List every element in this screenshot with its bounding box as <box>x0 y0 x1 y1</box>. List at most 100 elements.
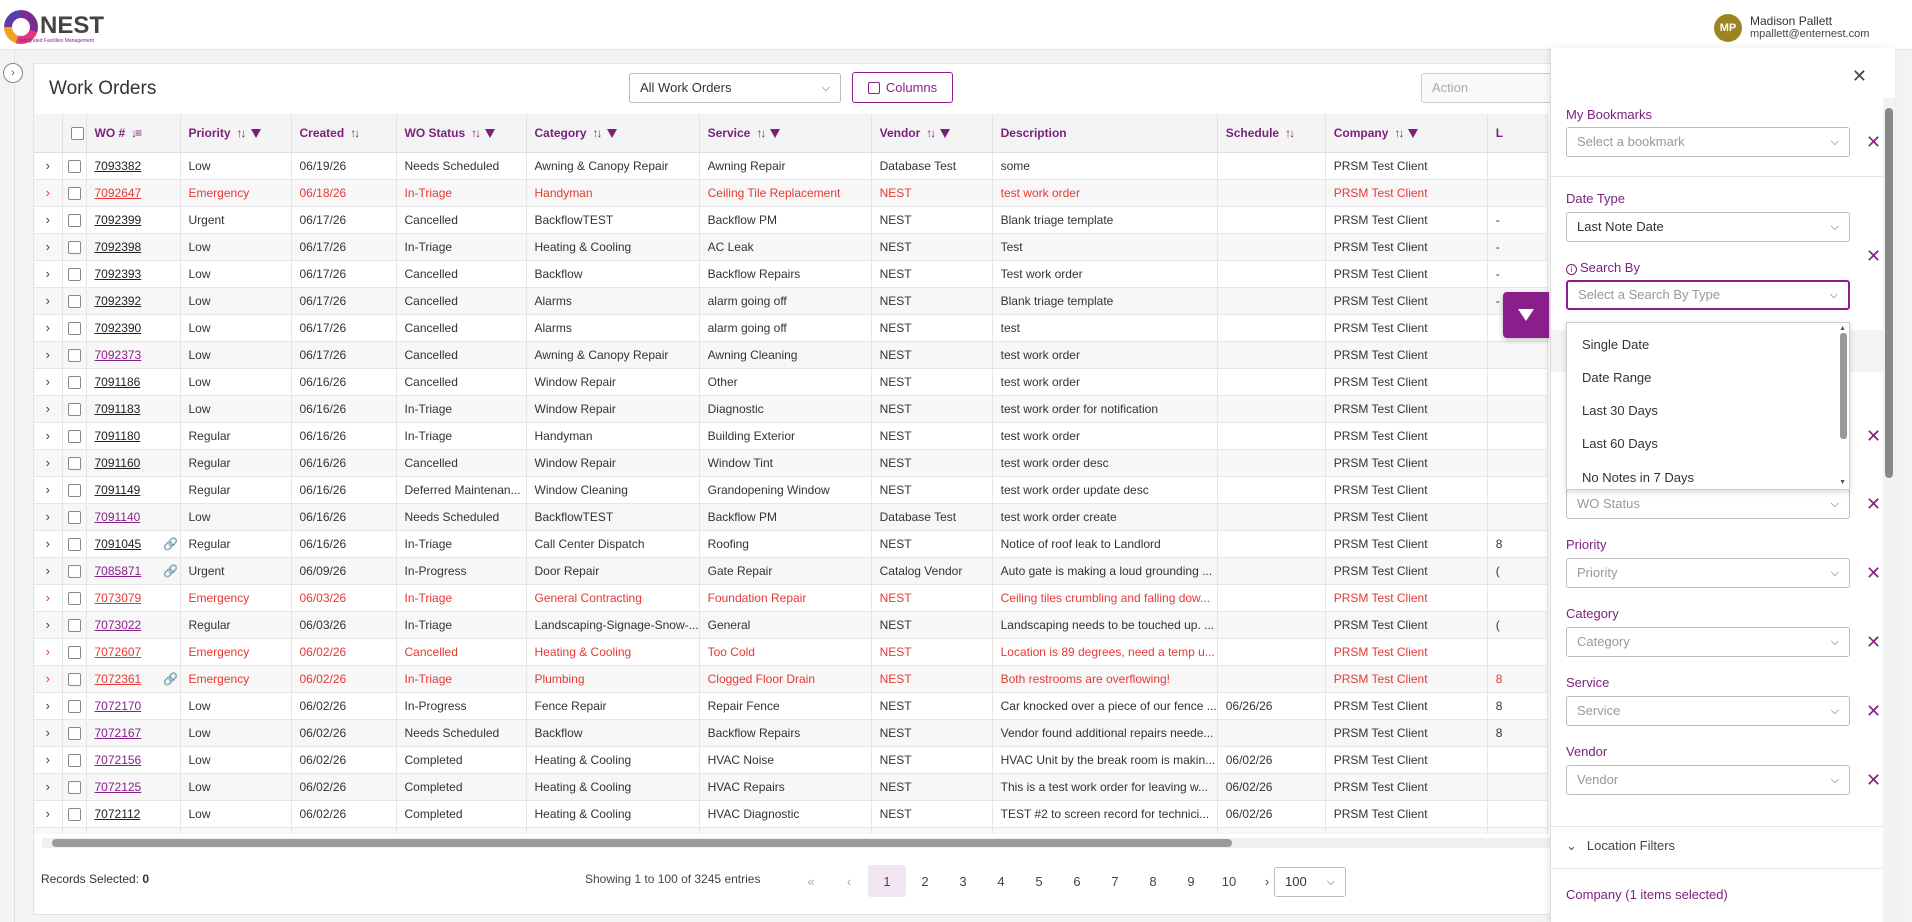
expand-row-chevron-icon[interactable]: › <box>34 422 63 450</box>
row-checkbox-cell[interactable] <box>62 179 87 207</box>
wo-number-link[interactable]: 7072361 <box>95 672 142 686</box>
wo-number-link[interactable]: 7092373 <box>95 348 142 362</box>
option-date-range[interactable]: Date Range <box>1582 370 1651 385</box>
wo-number-cell[interactable]: 7072607 <box>86 638 181 666</box>
row-checkbox-cell[interactable] <box>62 773 87 801</box>
row-checkbox[interactable] <box>67 780 81 794</box>
row-checkbox[interactable] <box>67 429 81 443</box>
header-wo-status[interactable]: WO Status ↑↓ <box>396 114 527 153</box>
table-row[interactable]: ›7072085Low06/02/26CompletedHeating & Co… <box>34 827 1548 834</box>
expand-row-chevron-icon[interactable]: › <box>34 314 63 342</box>
panel-scrollbar-thumb[interactable] <box>1885 108 1893 478</box>
table-row[interactable]: › 7072167 Low 06/02/26 Needs Scheduled Backfl… <box>34 719 1548 747</box>
expand-row-chevron-icon[interactable]: › <box>34 746 63 774</box>
page-button-8[interactable]: 8 <box>1134 865 1172 897</box>
header-created[interactable]: Created ↑↓ <box>291 114 397 153</box>
header-category[interactable]: Category ↑↓ <box>526 114 700 153</box>
row-checkbox[interactable] <box>67 483 81 497</box>
clear-priority-x-icon[interactable]: ✕ <box>1866 563 1881 584</box>
clear-wo-status-x-icon[interactable]: ✕ <box>1866 494 1881 515</box>
wo-number-link[interactable]: 7091183 <box>95 402 141 416</box>
table-row[interactable]: › 7072607 Emergency 06/02/26 Cancelled Heatin… <box>34 638 1548 666</box>
row-checkbox[interactable] <box>67 510 81 524</box>
filter-icon[interactable] <box>250 128 261 138</box>
expand-row-chevron-icon[interactable]: › <box>34 665 63 693</box>
row-checkbox-cell[interactable] <box>62 665 87 693</box>
wo-number-link[interactable]: 7092647 <box>95 186 142 200</box>
wo-number-link[interactable]: 7072112 <box>95 807 141 821</box>
row-checkbox[interactable] <box>67 321 81 335</box>
page-button-9[interactable]: 9 <box>1172 865 1210 897</box>
row-checkbox-cell[interactable] <box>62 233 87 261</box>
bookmark-select[interactable]: Select a bookmark ⌵ <box>1566 127 1850 157</box>
wo-number-cell[interactable]: 7085871 🔗 <box>86 557 181 585</box>
wo-number-link[interactable]: 7093382 <box>95 159 142 173</box>
row-checkbox-cell[interactable] <box>62 368 87 396</box>
table-row[interactable]: › 7091180 Regular 06/16/26 In-Triage Handyman… <box>34 422 1548 450</box>
row-checkbox[interactable] <box>67 159 81 173</box>
table-row[interactable]: › 7092393 Low 06/17/26 Cancelled Backflow Back… <box>34 260 1548 288</box>
row-checkbox[interactable] <box>67 591 81 605</box>
expand-row-chevron-icon[interactable]: › <box>34 287 63 315</box>
header-vendor[interactable]: Vendor ↑↓ <box>871 114 993 153</box>
row-checkbox-cell[interactable] <box>62 746 87 774</box>
table-row[interactable]: › 7092373 Low 06/17/26 Cancelled Awning & Can… <box>34 341 1548 369</box>
wo-number-cell[interactable]: 7092399 <box>86 206 181 234</box>
sort-icon[interactable]: ↑↓ <box>926 126 936 140</box>
header-description[interactable]: Description <box>992 114 1218 153</box>
wo-number-link[interactable]: 7091149 <box>95 483 141 497</box>
table-row[interactable]: › 7092399 Urgent 06/17/26 Cancelled BackflowT… <box>34 206 1548 234</box>
wo-number-cell[interactable]: 7091149 <box>86 476 181 504</box>
filter-icon[interactable] <box>485 128 496 138</box>
table-row[interactable]: › 7072156 Low 06/02/26 Completed Heating & Co… <box>34 746 1548 774</box>
expand-row-chevron-icon[interactable]: › <box>34 206 63 234</box>
row-checkbox[interactable] <box>67 726 81 740</box>
action-select[interactable]: Action <box>1421 73 1571 103</box>
wo-number-cell[interactable]: 7072085 <box>86 827 181 834</box>
expand-row-chevron-icon[interactable]: › <box>34 476 63 504</box>
wo-number-cell[interactable]: 7091045 🔗 <box>86 530 181 558</box>
filter-icon[interactable] <box>606 128 617 138</box>
wo-number-cell[interactable]: 7091183 <box>86 395 181 423</box>
header-priority[interactable]: Priority ↑↓ <box>180 114 292 153</box>
columns-button[interactable]: Columns <box>852 72 953 103</box>
table-row[interactable]: › 7072170 Low 06/02/26 In-Progress Fence Repa… <box>34 692 1548 720</box>
sort-icon[interactable]: ↑↓ <box>471 126 481 140</box>
row-checkbox[interactable] <box>67 267 81 281</box>
row-checkbox[interactable] <box>67 186 81 200</box>
wo-number-cell[interactable]: 7072361 🔗 <box>86 665 181 693</box>
expand-row-chevron-icon[interactable]: › <box>34 584 63 612</box>
wo-number-cell[interactable]: 7092390 <box>86 314 181 342</box>
table-row[interactable]: › 7085871 🔗 Urgent 06/09/26 In-Progress Door R… <box>34 557 1548 585</box>
option-last-30-days[interactable]: Last 30 Days <box>1582 403 1658 418</box>
clear-vendor-x-icon[interactable]: ✕ <box>1866 770 1881 791</box>
row-checkbox[interactable] <box>67 807 81 821</box>
sidebar-toggle-chevron-right-icon[interactable]: › <box>3 63 23 83</box>
horizontal-scrollbar[interactable] <box>42 838 1550 848</box>
vendor-select[interactable]: Vendor ⌵ <box>1566 765 1850 795</box>
row-checkbox-cell[interactable] <box>62 719 87 747</box>
row-checkbox[interactable] <box>67 348 81 362</box>
table-row[interactable]: › 7092647 Emergency 06/18/26 In-Triage Handym… <box>34 179 1548 207</box>
sort-icon[interactable]: ↑↓ <box>593 126 603 140</box>
page-size-select[interactable]: 100 ⌵ <box>1274 867 1346 897</box>
wo-number-link[interactable]: 7072156 <box>95 753 142 767</box>
header-service[interactable]: Service ↑↓ <box>699 114 872 153</box>
row-checkbox[interactable] <box>67 213 81 227</box>
expand-row-chevron-icon[interactable]: › <box>34 341 63 369</box>
expand-row-chevron-icon[interactable]: › <box>34 530 63 558</box>
table-row[interactable]: › 7092398 Low 06/17/26 In-Triage Heating & Co… <box>34 233 1548 261</box>
table-row[interactable]: › 7091183 Low 06/16/26 In-Triage Window Repai… <box>34 395 1548 423</box>
wo-number-cell[interactable]: 7072112 <box>86 800 181 828</box>
page-button-7[interactable]: 7 <box>1096 865 1134 897</box>
filter-icon[interactable] <box>770 128 781 138</box>
row-checkbox[interactable] <box>67 240 81 254</box>
filter-active-icon[interactable] <box>1408 128 1419 138</box>
wo-number-link[interactable]: 7091140 <box>95 510 141 524</box>
clear-bookmark-x-icon[interactable]: ✕ <box>1866 132 1881 153</box>
wo-number-link[interactable]: 7091045 <box>95 537 142 551</box>
row-checkbox-cell[interactable] <box>62 638 87 666</box>
wo-number-cell[interactable]: 7092392 <box>86 287 181 315</box>
wo-number-link[interactable]: 7091160 <box>95 456 141 470</box>
page-button-4[interactable]: 4 <box>982 865 1020 897</box>
